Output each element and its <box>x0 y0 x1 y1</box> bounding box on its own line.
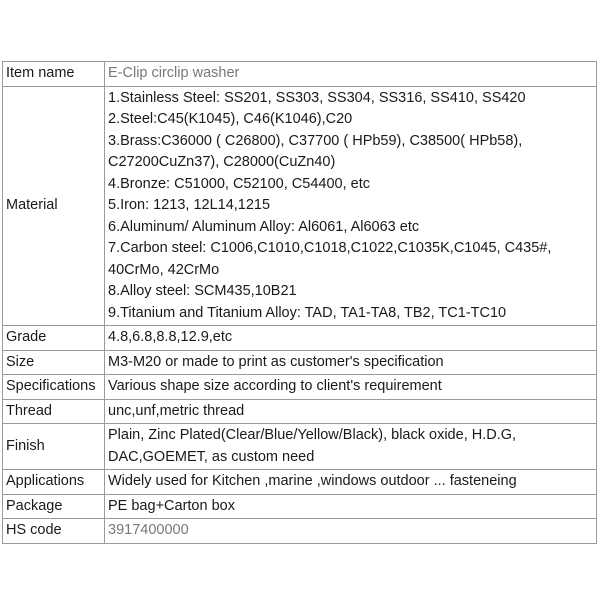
table-row-package: Package PE bag+Carton box <box>2 493 597 519</box>
row-label: Grade <box>2 325 105 351</box>
material-line: 4.Bronze: C51000, C52100, C54400, etc <box>108 175 370 192</box>
row-value: 4.8,6.8,8.8,12.9,etc <box>104 325 597 351</box>
row-label: Thread <box>2 398 105 424</box>
finish-line: Plain, Zinc Plated(Clear/Blue/Yellow/Bla… <box>108 427 517 443</box>
row-value: 3917400000 <box>104 518 597 544</box>
table-row-applications: Applications Widely used for Kitchen ,ma… <box>2 469 597 495</box>
table-row-thread: Thread unc,unf,metric thread <box>2 398 597 424</box>
row-value: unc,unf,metric thread <box>104 398 597 424</box>
row-label: Specifications <box>2 374 105 400</box>
row-label: Item name <box>2 61 105 87</box>
row-value: 1.Stainless Steel: SS201, SS303, SS304, … <box>104 85 597 326</box>
material-line: 40CrMo, 42CrMo <box>108 261 220 278</box>
row-label: Size <box>2 349 105 375</box>
material-line: 3.Brass:C36000 ( C26800), C37700 ( HPb59… <box>108 132 523 149</box>
material-line: 6.Aluminum/ Aluminum Alloy: Al6061, Al60… <box>108 218 420 235</box>
row-label: Package <box>2 493 105 519</box>
row-value: Widely used for Kitchen ,marine ,windows… <box>104 469 597 495</box>
row-label: Applications <box>2 469 105 495</box>
row-value: Plain, Zinc Plated(Clear/Blue/Yellow/Bla… <box>104 423 597 470</box>
material-line: 1.Stainless Steel: SS201, SS303, SS304, … <box>108 89 526 106</box>
table-row-grade: Grade 4.8,6.8,8.8,12.9,etc <box>2 325 597 351</box>
table-row-item-name: Item name E-Clip circlip washer <box>2 61 597 87</box>
row-value: E-Clip circlip washer <box>104 61 597 87</box>
material-line: C27200CuZn37), C28000(CuZn40) <box>108 154 336 170</box>
table-row-specifications: Specifications Various shape size accord… <box>2 374 597 400</box>
material-line: 9.Titanium and Titanium Alloy: TAD, TA1-… <box>108 304 507 321</box>
table-row-material: Material 1.Stainless Steel: SS201, SS303… <box>2 85 597 326</box>
table-row-size: Size M3-M20 or made to print as customer… <box>2 349 597 375</box>
finish-line: DAC,GOEMET, as custom need <box>108 448 315 465</box>
material-line: 8.Alloy steel: SCM435,10B21 <box>108 283 297 299</box>
table-row-hs-code: HS code 3917400000 <box>2 518 597 544</box>
row-label: Finish <box>2 423 105 470</box>
material-line: 5.Iron: 1213, 12L14,1215 <box>108 197 271 213</box>
row-label: HS code <box>2 518 105 544</box>
row-value: PE bag+Carton box <box>104 493 597 519</box>
material-line: 7.Carbon steel: C1006,C1010,C1018,C1022,… <box>108 240 552 256</box>
spec-table: Item name E-Clip circlip washer Material… <box>2 61 597 544</box>
row-value: Various shape size according to client's… <box>104 374 597 400</box>
row-label: Material <box>2 85 105 326</box>
row-value: M3-M20 or made to print as customer's sp… <box>104 349 597 375</box>
table-row-finish: Finish Plain, Zinc Plated(Clear/Blue/Yel… <box>2 423 597 470</box>
material-line: 2.Steel:C45(K1045), C46(K1046),C20 <box>108 111 353 127</box>
